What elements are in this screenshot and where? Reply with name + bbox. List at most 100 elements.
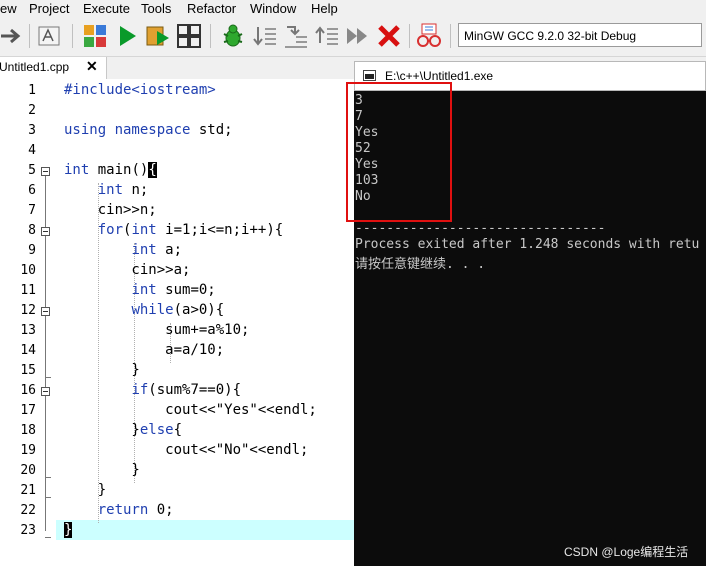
code-line: cout<<"No"<<endl; [64, 442, 308, 458]
line-number: 13 [20, 323, 36, 338]
toolbar-separator [29, 24, 30, 48]
console-separator: -------------------------------- [355, 221, 606, 236]
fold-toggle-if[interactable] [41, 387, 50, 396]
code-line: int sum=0; [64, 282, 216, 298]
profile-glasses-icon[interactable] [416, 23, 442, 49]
step-into-icon[interactable] [283, 23, 309, 49]
code-text-brace-match: } [64, 522, 73, 538]
code-text: int a; [131, 242, 183, 258]
code-line: cin>>a; [64, 262, 190, 278]
code-text: cout<<"Yes"<<endl; [64, 402, 317, 418]
code-line: a=a/10; [64, 342, 224, 358]
tab-filename: Untitled1.cpp [0, 60, 70, 74]
fold-end-tick [45, 377, 51, 378]
step-over-icon[interactable] [252, 23, 278, 49]
run-icon[interactable] [114, 23, 140, 49]
menu-tools[interactable]: Tools [141, 1, 171, 16]
menu-project[interactable]: Project [29, 1, 69, 16]
code-text: cin>>n; [64, 202, 157, 218]
tab-untitled1[interactable]: Untitled1.cpp ✕ [0, 57, 107, 79]
line-number: 6 [28, 183, 36, 198]
code-text: } [64, 482, 107, 498]
toolbar-separator [72, 24, 73, 48]
line-number: 4 [28, 143, 36, 158]
code-line: }else{ [64, 422, 182, 438]
code-text: a=a/10; [64, 342, 225, 358]
code-line: int n; [64, 182, 149, 198]
fold-end-tick [45, 477, 51, 478]
line-number: 7 [28, 203, 36, 218]
code-text: for(int i=1;i<=n;i++){ [97, 222, 284, 238]
code-line: cout<<"Yes"<<endl; [64, 402, 317, 418]
menu-execute[interactable]: Execute [83, 1, 130, 16]
code-line: if(sum%7==0){ [64, 382, 241, 398]
code-line: } [64, 462, 140, 478]
code-text: int n; [97, 182, 149, 198]
continue-icon[interactable] [345, 23, 371, 49]
stop-execution-icon[interactable] [376, 23, 402, 49]
code-line: for(int i=1;i<=n;i++){ [64, 222, 283, 238]
fold-end-tick [45, 537, 51, 538]
code-text: int sum=0; [131, 282, 216, 298]
close-tab-icon[interactable]: ✕ [86, 58, 98, 75]
code-text: } [64, 462, 140, 478]
line-number: 23 [20, 523, 36, 538]
code-text: } [64, 362, 140, 378]
fold-end-tick [45, 497, 51, 498]
line-number: 20 [20, 463, 36, 478]
code-text: return 0; [97, 502, 174, 518]
line-number: 21 [20, 483, 36, 498]
line-number: 3 [28, 123, 36, 138]
toolbar-separator [210, 24, 211, 48]
line-number: 17 [20, 403, 36, 418]
line-number: 9 [28, 243, 36, 258]
line-number: 11 [20, 283, 36, 298]
line-number: 2 [28, 103, 36, 118]
line-number: 14 [20, 343, 36, 358]
line-number: 16 [20, 383, 36, 398]
format-text-icon[interactable] [36, 23, 62, 49]
code-text: #include<iostream> [64, 82, 216, 98]
step-out-icon[interactable] [314, 23, 340, 49]
code-line: } [64, 362, 140, 378]
code-line: int a; [64, 242, 182, 258]
fold-toggle-main[interactable] [41, 167, 50, 176]
toolbar-separator [409, 24, 410, 48]
code-text: sum+=a%10; [64, 322, 250, 338]
compile-icon[interactable] [82, 23, 108, 49]
debug-bug-icon[interactable] [220, 23, 246, 49]
code-line: using namespace std; [64, 122, 233, 138]
code-text: using namespace std; [64, 122, 233, 138]
line-number-gutter: 1 2 3 4 5 6 7 8 9 10 11 12 13 14 15 16 1… [0, 79, 56, 566]
fold-toggle-for[interactable] [41, 227, 50, 236]
code-line: while(a>0){ [64, 302, 224, 318]
code-text: cout<<"No"<<endl; [64, 442, 309, 458]
code-line: } [64, 482, 106, 498]
rebuild-all-icon[interactable] [176, 23, 202, 49]
line-number: 8 [28, 223, 36, 238]
toolbar: MinGW GCC 9.2.0 32-bit Debug [0, 18, 706, 57]
console-title: E:\c++\Untitled1.exe [385, 69, 494, 83]
highlight-box [346, 82, 452, 222]
code-text: int main(){ [64, 162, 157, 178]
code-line: } [64, 522, 73, 538]
line-number: 5 [28, 163, 36, 178]
menu-refactor[interactable]: Refactor [187, 1, 236, 16]
menu-help[interactable]: Help [311, 1, 338, 16]
compile-run-icon[interactable] [145, 23, 171, 49]
fold-toggle-while[interactable] [41, 307, 50, 316]
code-line: int main(){ [64, 162, 157, 178]
code-text: }else{ [64, 422, 183, 438]
code-text: while(a>0){ [131, 302, 225, 318]
console-press-key: 请按任意键继续. . . [355, 257, 486, 272]
goto-arrow-icon[interactable] [0, 23, 26, 49]
line-number: 19 [20, 443, 36, 458]
menu-bar: ew Project Execute Tools Refactor Window… [0, 0, 706, 18]
code-text: if(sum%7==0){ [131, 382, 242, 398]
compiler-select[interactable]: MinGW GCC 9.2.0 32-bit Debug [458, 23, 702, 47]
console-process-line: Process exited after 1.248 seconds with … [355, 237, 700, 252]
line-number: 18 [20, 423, 36, 438]
menu-window[interactable]: Window [250, 1, 296, 16]
console-app-icon [363, 70, 376, 81]
menu-view[interactable]: ew [0, 1, 17, 16]
